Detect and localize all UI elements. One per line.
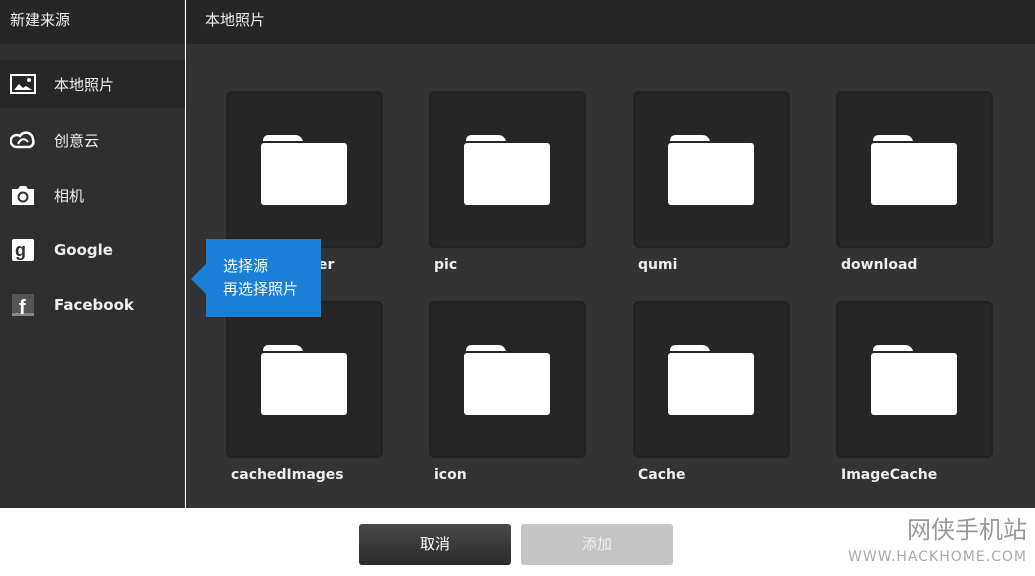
sidebar-item-label: Google xyxy=(54,241,113,259)
folder-tile[interactable] xyxy=(633,91,790,248)
folder-tile[interactable] xyxy=(429,301,586,458)
folder-icon xyxy=(464,135,550,205)
source-sidebar: 新建来源 本地照片 创意云 相机 g Google f Facebook xyxy=(0,0,185,508)
folder-label: Cache xyxy=(638,467,686,483)
tooltip-line: 再选择照片 xyxy=(223,280,299,298)
sidebar-item-label: 相机 xyxy=(54,186,85,205)
add-button[interactable]: 添加 xyxy=(521,524,673,565)
image-icon xyxy=(10,72,36,96)
folder-label: ImageCache xyxy=(841,467,938,483)
folder-icon xyxy=(668,345,754,415)
sidebar-item-label: Facebook xyxy=(54,296,134,314)
folder-label: cachedImages xyxy=(231,467,344,483)
sidebar-title: 新建来源 xyxy=(0,0,184,44)
creative-cloud-icon xyxy=(10,128,36,152)
folder-tile[interactable] xyxy=(836,301,993,458)
cancel-button[interactable]: 取消 xyxy=(359,524,511,565)
folder-label: pic xyxy=(434,257,458,273)
page-title: 本地照片 xyxy=(186,0,1035,44)
folder-label: download xyxy=(841,257,918,273)
sidebar-item-label: 创意云 xyxy=(54,131,100,150)
tooltip-line: 选择源 xyxy=(223,257,269,275)
watermark: 网侠手机站 WWW.HACKHOME.COM xyxy=(848,508,1027,565)
folder-icon xyxy=(464,345,550,415)
folder-label: qumi xyxy=(638,257,678,273)
sidebar-item-label: 本地照片 xyxy=(54,75,115,94)
svg-text:g: g xyxy=(15,240,26,260)
folder-icon xyxy=(871,135,957,205)
folder-tile[interactable] xyxy=(226,91,383,248)
sidebar-item-google[interactable]: g Google xyxy=(0,226,185,274)
watermark-name: 网侠手机站 xyxy=(907,516,1027,544)
sidebar-item-camera[interactable]: 相机 xyxy=(0,171,185,219)
sidebar-item-creative-cloud[interactable]: 创意云 xyxy=(0,116,185,164)
folder-icon xyxy=(261,345,347,415)
folder-icon xyxy=(668,135,754,205)
sidebar-item-local-photos[interactable]: 本地照片 xyxy=(0,60,185,108)
svg-text:f: f xyxy=(19,297,26,317)
folder-tile[interactable] xyxy=(429,91,586,248)
watermark-url: WWW.HACKHOME.COM xyxy=(848,549,1027,565)
camera-icon xyxy=(10,183,36,207)
google-icon: g xyxy=(10,238,36,262)
sidebar-item-facebook[interactable]: f Facebook xyxy=(0,281,185,329)
folder-tile[interactable] xyxy=(633,301,790,458)
folder-tile[interactable] xyxy=(226,301,383,458)
folder-icon xyxy=(871,345,957,415)
folder-tile[interactable] xyxy=(836,91,993,248)
folder-icon xyxy=(261,135,347,205)
folder-label: icon xyxy=(434,467,467,483)
facebook-icon: f xyxy=(10,293,36,317)
hint-tooltip: 选择源 再选择照片 xyxy=(191,239,321,317)
